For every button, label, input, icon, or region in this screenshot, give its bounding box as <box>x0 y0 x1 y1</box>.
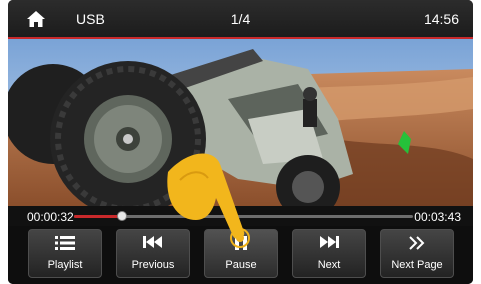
seek-row: 00:00:32 00:03:43 <box>8 206 473 226</box>
seek-bar[interactable] <box>74 211 413 221</box>
previous-icon <box>143 236 162 248</box>
video-frame[interactable] <box>8 39 473 206</box>
pause-button[interactable]: Pause <box>204 229 278 278</box>
previous-button[interactable]: Previous <box>116 229 190 278</box>
total-time: 00:03:43 <box>414 210 461 224</box>
next-button[interactable]: Next <box>292 229 366 278</box>
playlist-label: Playlist <box>47 259 83 271</box>
video-image <box>8 39 473 206</box>
next-page-label: Next Page <box>391 259 443 271</box>
previous-label: Previous <box>131 259 175 271</box>
next-page-icon <box>409 236 425 250</box>
control-bar: Playlist Previous Pause Next Next Page <box>8 226 473 284</box>
playlist-icon <box>55 236 75 250</box>
next-label: Next <box>317 259 341 271</box>
seek-handle[interactable] <box>117 211 128 221</box>
top-status-bar: USB 1/4 14:56 <box>8 0 473 39</box>
pause-label: Pause <box>225 259 257 271</box>
next-page-button[interactable]: Next Page <box>380 229 454 278</box>
media-player-screen: USB 1/4 14:56 00:00:32 00:03:43 Playlist… <box>8 0 473 284</box>
playlist-button[interactable]: Playlist <box>28 229 102 278</box>
next-icon <box>320 236 339 248</box>
home-icon[interactable] <box>26 10 46 28</box>
source-label: USB <box>76 11 105 27</box>
pause-icon <box>235 236 247 250</box>
current-time: 00:00:32 <box>27 210 74 224</box>
clock: 14:56 <box>423 11 459 27</box>
seek-progress-fill <box>74 215 123 218</box>
